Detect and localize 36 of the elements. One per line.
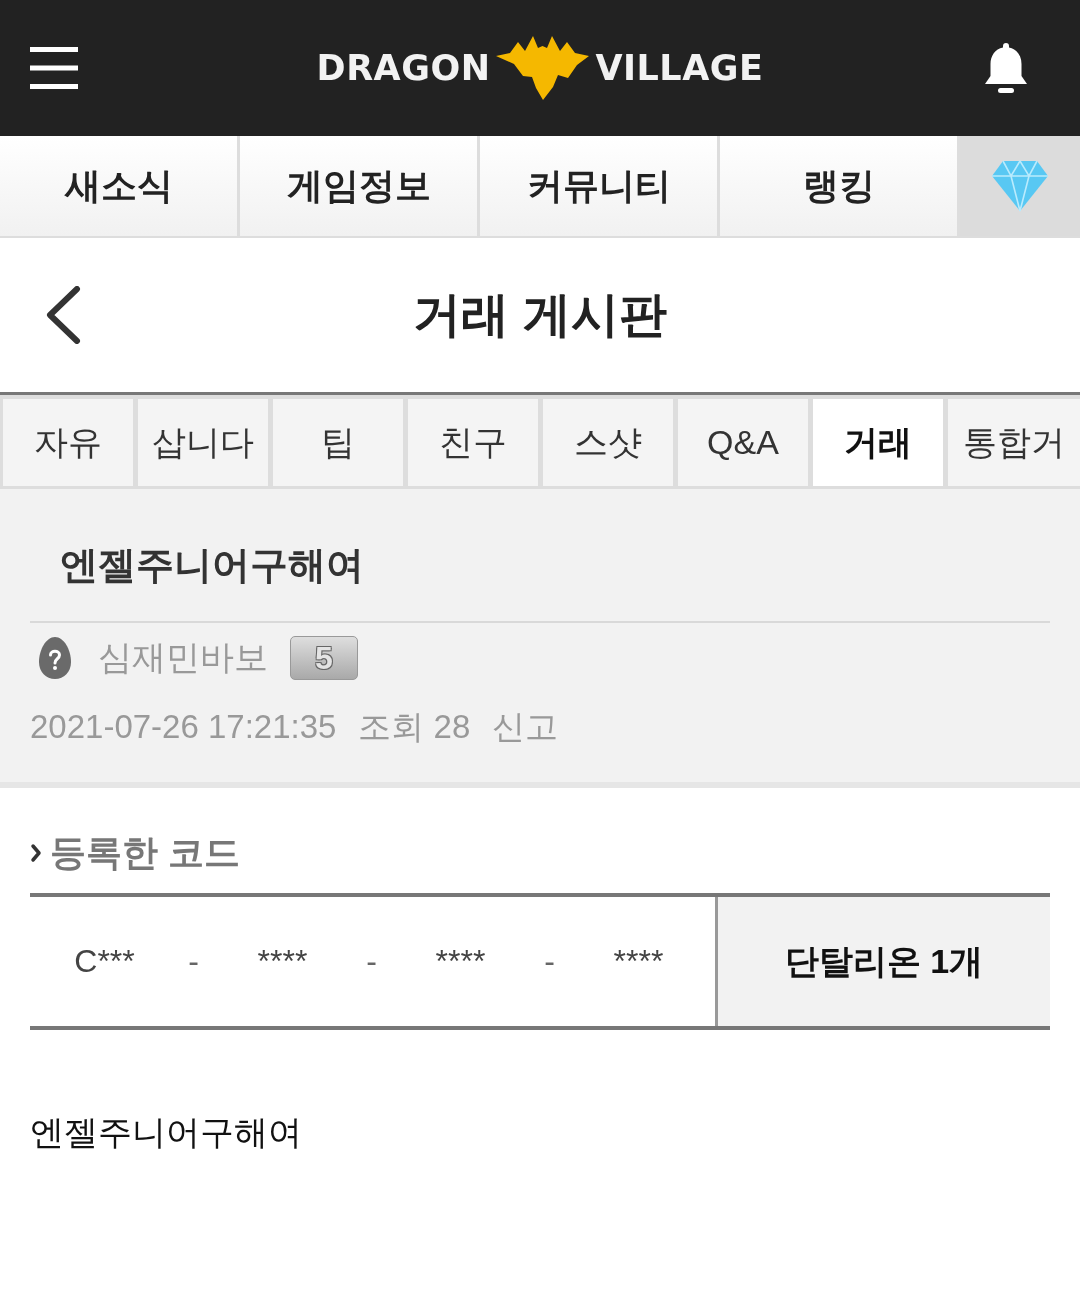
reward-cell: 단탈리온 1개	[715, 897, 1050, 1026]
post-title: 엔젤주니어구해여	[60, 542, 364, 588]
logo-text: DRAGON	[316, 50, 491, 86]
dash-text: -	[544, 943, 555, 980]
board-tab[interactable]: 친구	[408, 399, 538, 486]
board-tab[interactable]: 통합거	[948, 399, 1080, 486]
view-count: 조회 28	[358, 707, 471, 747]
nav-tab[interactable]: 랭킹	[720, 136, 960, 236]
chevron-icon	[30, 843, 42, 863]
post-body: 엔젤주니어구해여	[30, 1113, 302, 1151]
nav-tab[interactable]: 게임정보	[240, 136, 480, 236]
menu-icon[interactable]	[30, 47, 78, 89]
nav-tab[interactable]: 커뮤니티	[480, 136, 720, 236]
diamond-icon	[991, 160, 1049, 212]
board-tab[interactable]: Q&A	[678, 399, 808, 486]
section-heading: 등록한 코드	[50, 830, 240, 875]
logo-text: VILLAGE	[595, 50, 764, 86]
post-date: 2021-07-26 17:21:35	[30, 707, 337, 747]
board-tab[interactable]: 거래	[813, 399, 943, 486]
masked-code-text: ****	[613, 943, 664, 980]
page-title: 거래 게시판	[413, 287, 667, 343]
dash-text: -	[366, 943, 377, 980]
nav-tab[interactable]: 새소식	[0, 136, 240, 236]
board-tab[interactable]: 팁	[273, 399, 403, 486]
board-tab[interactable]: 자유	[3, 399, 133, 486]
board-tab[interactable]: 스샷	[543, 399, 673, 486]
egg-icon	[38, 636, 72, 680]
dash-text: -	[188, 943, 199, 980]
board-tab[interactable]: 삽니다	[138, 399, 268, 486]
masked-code-text: ****	[435, 943, 486, 980]
back-icon[interactable]	[45, 286, 81, 344]
masked-code-text: C***	[74, 943, 135, 980]
level-badge: 5	[290, 636, 358, 680]
bell-icon[interactable]	[984, 42, 1028, 94]
masked-code-text: ****	[257, 943, 308, 980]
winged-emblem-icon	[496, 36, 590, 100]
